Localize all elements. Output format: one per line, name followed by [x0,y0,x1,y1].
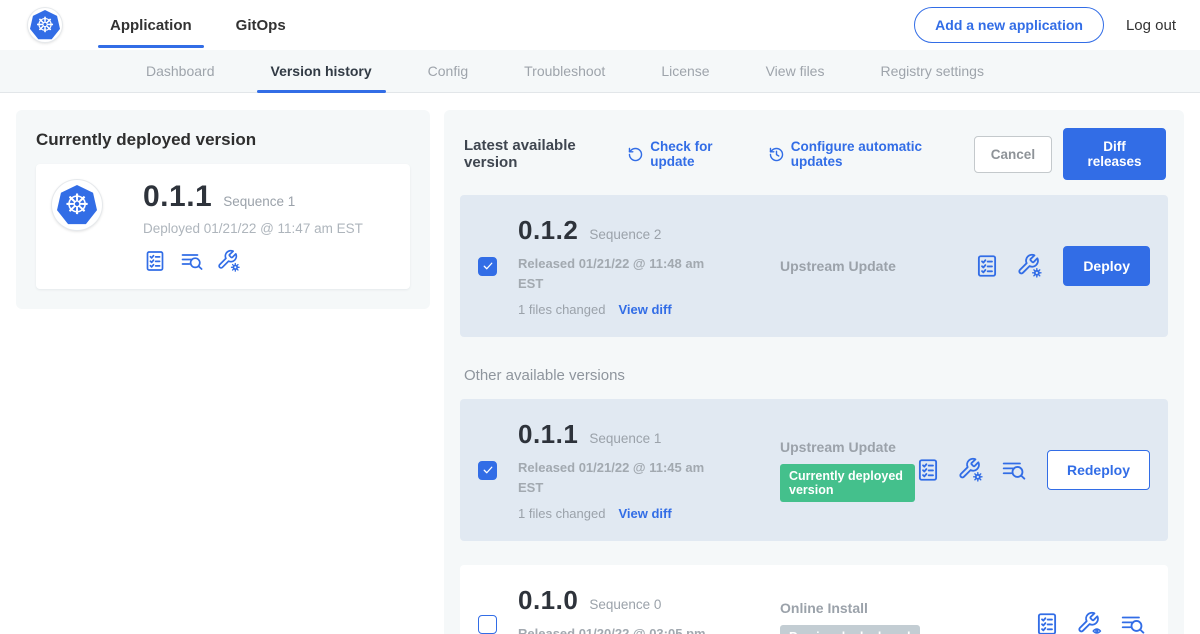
refresh-icon [627,146,644,163]
nav-tab-gitops[interactable]: GitOps [214,0,308,50]
version-source-label: Upstream Update [780,258,974,274]
version-source-label: Upstream Update [780,439,915,455]
view-diff-link[interactable]: View diff [618,302,671,317]
edit-config-icon[interactable] [1017,253,1043,279]
check-for-update-link[interactable]: Check for update [627,139,741,169]
version-source-label: Online Install [780,600,1034,616]
tab-troubleshoot[interactable]: Troubleshoot [496,50,633,92]
files-changed-label: 1 files changed [518,302,605,317]
logout-link[interactable]: Log out [1126,17,1176,34]
preflight-checks-icon[interactable] [915,457,941,483]
currently-deployed-title: Currently deployed version [36,130,410,150]
deploy-logs-icon[interactable] [1120,611,1146,634]
tab-dashboard[interactable]: Dashboard [118,50,243,92]
deploy-logs-icon[interactable] [180,249,204,273]
previously-deployed-badge: Previously deployed [780,625,920,634]
preflight-checks-icon[interactable] [1034,611,1060,634]
version-row-0-1-1: 0.1.1 Sequence 1 Released 01/21/22 @ 11:… [460,399,1168,541]
version-number: 0.1.1 [518,419,578,450]
available-versions-header: Latest available version Check for updat… [460,126,1168,180]
sequence-label: Sequence 1 [589,431,661,446]
tab-registry-settings[interactable]: Registry settings [852,50,1011,92]
currently-deployed-badge: Currently deployed version [780,464,915,502]
tab-view-files[interactable]: View files [738,50,853,92]
version-row-0-1-0: 0.1.0 Sequence 0 Released 01/20/22 @ 03:… [460,565,1168,634]
released-timestamp: Released 01/21/22 @ 11:48 am EST [518,254,708,293]
version-checkbox[interactable] [478,615,497,634]
deployed-sequence-label: Sequence 1 [223,194,295,209]
edit-config-icon[interactable] [217,249,241,273]
currently-deployed-panel: Currently deployed version ☸ 0.1.1 Seque… [16,110,430,309]
kots-admin-console: ☸ Application GitOps Add a new applicati… [0,0,1200,634]
released-timestamp: Released 01/20/22 @ 03:05 pm EST [518,624,708,634]
diff-releases-button[interactable]: Diff releases [1063,128,1166,180]
version-checkbox[interactable] [478,257,497,276]
content-area: Currently deployed version ☸ 0.1.1 Seque… [0,93,1200,634]
tab-config[interactable]: Config [400,50,496,92]
deployed-timestamp: Deployed 01/21/22 @ 11:47 am EST [143,221,363,236]
redeploy-button[interactable]: Redeploy [1047,450,1150,490]
view-diff-link[interactable]: View diff [618,506,671,521]
preflight-checks-icon[interactable] [143,249,167,273]
app-sub-nav: Dashboard Version history Config Trouble… [0,50,1200,93]
cancel-button[interactable]: Cancel [974,136,1052,173]
version-number: 0.1.0 [518,585,578,616]
edit-config-icon[interactable] [958,457,984,483]
latest-available-title: Latest available version [464,137,609,171]
preflight-checks-icon[interactable] [974,253,1000,279]
version-row-0-1-2: 0.1.2 Sequence 2 Released 01/21/22 @ 11:… [460,195,1168,337]
deploy-button[interactable]: Deploy [1063,246,1150,286]
deployed-version-number: 0.1.1 [143,180,212,214]
released-timestamp: Released 01/21/22 @ 11:45 am EST [518,458,708,497]
configure-automatic-updates-link[interactable]: Configure automatic updates [768,139,948,169]
deploy-logs-icon[interactable] [1001,457,1027,483]
top-nav: ☸ Application GitOps Add a new applicati… [0,0,1200,50]
schedule-icon [768,146,785,163]
deployed-version-card: ☸ 0.1.1 Sequence 1 Deployed 01/21/22 @ 1… [36,164,410,289]
available-versions-panel: Latest available version Check for updat… [444,110,1184,634]
sequence-label: Sequence 2 [589,227,661,242]
tab-license[interactable]: License [633,50,737,92]
sequence-label: Sequence 0 [589,597,661,612]
view-config-icon[interactable] [1077,611,1103,634]
app-kubernetes-icon: ☸ [52,180,102,230]
version-checkbox[interactable] [478,461,497,480]
version-number: 0.1.2 [518,215,578,246]
other-available-versions-title: Other available versions [464,367,1166,384]
files-changed-label: 1 files changed [518,506,605,521]
add-new-application-button[interactable]: Add a new application [914,7,1104,43]
tab-version-history[interactable]: Version history [243,50,400,92]
kubernetes-logo-icon: ☸ [28,8,62,42]
nav-tab-application[interactable]: Application [88,0,214,50]
